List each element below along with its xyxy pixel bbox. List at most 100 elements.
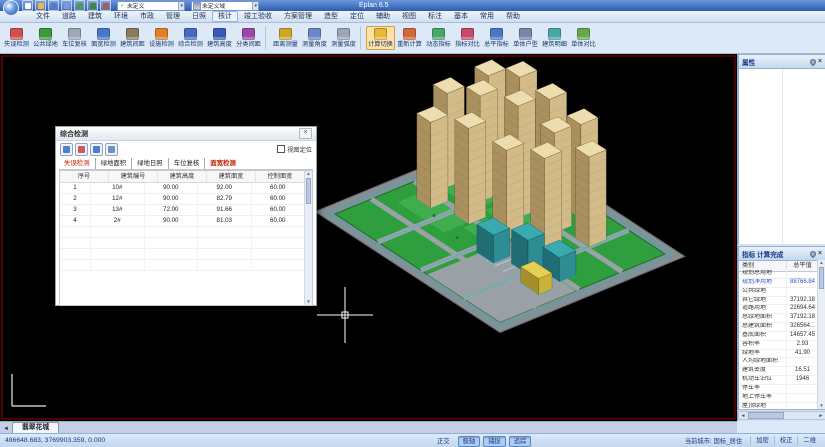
facility-check-button[interactable]: 设施检测 — [147, 26, 176, 50]
layer-combo[interactable]: ✓ 未定义 ▾ — [117, 1, 185, 11]
pin-icon[interactable] — [809, 57, 817, 65]
dialog-tab[interactable]: 绿地面积 — [96, 158, 133, 169]
menu-item[interactable]: 建筑 — [82, 11, 108, 22]
scrollbar-thumb[interactable] — [306, 178, 311, 204]
menu-item[interactable]: 方案管理 — [278, 11, 318, 22]
indicator-row[interactable]: 机动车泊位 1946 — [739, 376, 818, 385]
close-icon[interactable]: × — [818, 250, 822, 257]
indicator-row[interactable]: 屋顶绿地 — [739, 403, 818, 409]
scroll-down-icon[interactable]: ▼ — [819, 403, 823, 409]
indicator-row[interactable]: 规划净用地 88766.84 — [739, 279, 818, 288]
table-scrollbar[interactable]: ▲ ▼ — [304, 171, 312, 305]
table-row[interactable]: 1 10# 90.00 92.00 60.00 — [60, 183, 305, 194]
new-file-button[interactable] — [22, 0, 33, 11]
column-header[interactable]: 建筑编号 — [109, 171, 158, 182]
menu-item[interactable]: 定位 — [344, 11, 370, 22]
indicator-row[interactable]: 公共绿地 — [739, 288, 818, 297]
scroll-up-icon[interactable]: ▲ — [306, 171, 310, 177]
menu-item[interactable]: 市政 — [134, 11, 160, 22]
indicators-title-bar[interactable]: 指标 计算完成 × — [739, 247, 825, 261]
indicators-hscrollbar[interactable]: ◄ ► — [738, 411, 825, 420]
scroll-up-icon[interactable]: ▲ — [819, 260, 823, 266]
parking-check-button[interactable]: 车位复核 — [60, 26, 89, 50]
public-green-button[interactable]: 公共绿地 — [31, 26, 60, 50]
unit-compare-button[interactable]: 单体对比 — [569, 26, 598, 50]
status-toggle[interactable]: 捕捉 — [483, 436, 506, 447]
indicator-row[interactable]: 基底面积 14657.45 — [739, 332, 818, 341]
indicator-row[interactable]: 总建筑面积 326564... — [739, 323, 818, 332]
indicator-row[interactable]: 人均绿地面积 — [739, 358, 818, 367]
menu-item[interactable]: 竣工验收 — [238, 11, 278, 22]
dialog-title-bar[interactable]: 综合检测 × — [56, 127, 316, 141]
indicator-row[interactable]: 总绿地面积 37192.18 — [739, 314, 818, 323]
dynamic-indicator-button[interactable]: 动态指标 — [424, 26, 453, 50]
indicator-row[interactable]: 容积率 2.93 — [739, 341, 818, 350]
status-button[interactable]: 二维 — [797, 436, 821, 445]
redo-button[interactable] — [87, 0, 98, 11]
status-button[interactable]: 加密 — [750, 436, 774, 445]
table-row[interactable]: 4 2# 90.00 81.03 60.00 — [60, 216, 305, 227]
indicator-row[interactable]: 绿地率 41.90 — [739, 350, 818, 359]
column-header[interactable]: 建筑面宽 — [207, 171, 256, 182]
menu-item[interactable]: 造型 — [318, 11, 344, 22]
indicator-compare-button[interactable]: 指标对比 — [453, 26, 482, 50]
column-header[interactable]: 序号 — [60, 171, 109, 182]
table-row[interactable] — [60, 238, 305, 249]
dialog-tab[interactable]: 失误检测 — [59, 158, 96, 169]
table-row[interactable] — [60, 227, 305, 238]
view-locate-checkbox[interactable]: 视图定位 — [277, 145, 312, 154]
building-spacing-button[interactable]: 建筑间距 — [118, 26, 147, 50]
status-toggle[interactable]: 极轴 — [458, 436, 481, 447]
table-row[interactable] — [60, 249, 305, 260]
scrollbar-thumb[interactable] — [819, 267, 824, 289]
table-button[interactable] — [90, 143, 103, 156]
site-indicator-button[interactable]: 总平指标 — [482, 26, 511, 50]
pin-icon[interactable] — [809, 249, 817, 257]
scroll-right-icon[interactable]: ► — [817, 413, 825, 419]
column-header[interactable]: 建筑高度 — [158, 171, 207, 182]
menu-item[interactable]: 日照 — [186, 11, 212, 22]
drawing-tab[interactable]: 翡翠花城 — [12, 422, 59, 433]
status-toggle[interactable]: 追踪 — [509, 436, 532, 447]
indicator-row[interactable]: 停车率 — [739, 385, 818, 394]
indicator-row[interactable]: 道路用地 22694.64 — [739, 305, 818, 314]
dialog-tab[interactable]: 绿地日照 — [132, 158, 169, 169]
tab-nav-left-icon[interactable]: ◄ — [3, 426, 9, 432]
distance-measure-button[interactable]: 距离测量 — [271, 26, 300, 50]
app-logo-icon[interactable] — [3, 0, 19, 16]
chevron-down-icon[interactable]: ▾ — [178, 2, 184, 10]
comprehensive-check-button[interactable]: 综合检测 — [176, 26, 205, 50]
facade-width-button[interactable]: 面宽检测 — [89, 26, 118, 50]
indicator-row[interactable]: 建筑密度 16.51 — [739, 367, 818, 376]
chevron-down-icon[interactable]: ▾ — [252, 2, 258, 10]
close-icon[interactable]: × — [299, 128, 312, 139]
status-button[interactable]: 校正 — [774, 436, 798, 445]
print-button[interactable] — [105, 143, 118, 156]
menu-item[interactable]: 管理 — [160, 11, 186, 22]
scroll-down-icon[interactable]: ▼ — [306, 299, 310, 305]
status-toggle[interactable]: 正交 — [432, 436, 455, 447]
column-header[interactable]: 控制面宽 — [256, 171, 305, 182]
menu-item[interactable]: 道路 — [56, 11, 82, 22]
scrollbar-thumb[interactable] — [748, 412, 784, 419]
error-check-button[interactable]: 失误检测 — [2, 26, 31, 50]
menu-item[interactable]: 辅助 — [370, 11, 396, 22]
table-row[interactable] — [60, 260, 305, 271]
open-file-button[interactable] — [35, 0, 46, 11]
indicator-row[interactable]: 其它绿地 37192.18 — [739, 297, 818, 306]
table-row[interactable]: 2 12# 90.00 82.79 60.00 — [60, 194, 305, 205]
linetype-combo[interactable]: 未定义域 ▾ — [191, 1, 259, 11]
menu-item[interactable]: 标注 — [422, 11, 448, 22]
menu-item[interactable]: 核计 — [212, 11, 238, 22]
dialog-tab[interactable]: 面宽检测 — [205, 158, 241, 169]
print-button[interactable] — [100, 0, 111, 11]
properties-title-bar[interactable]: 属性 × — [739, 55, 825, 69]
scroll-left-icon[interactable]: ◄ — [739, 413, 747, 419]
indicators-scrollbar[interactable]: ▲ ▼ — [817, 260, 825, 409]
unit-type-button[interactable]: 单体户型 — [511, 26, 540, 50]
save-button[interactable] — [48, 0, 59, 11]
menu-item[interactable]: 文件 — [30, 11, 56, 22]
undo-button[interactable] — [74, 0, 85, 11]
building-height-button[interactable]: 建筑高度 — [205, 26, 234, 50]
arc-measure-button[interactable]: 测量弧度 — [329, 26, 358, 50]
